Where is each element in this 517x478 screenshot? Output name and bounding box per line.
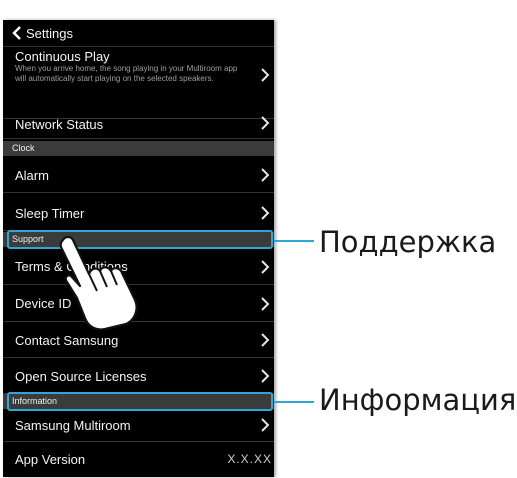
chevron-right-icon [261, 369, 270, 383]
row-description: When you arrive home, the song playing i… [15, 64, 238, 83]
row-alarm[interactable]: Alarm [3, 156, 274, 193]
row-label: App Version [15, 452, 86, 467]
chevron-right-icon [261, 260, 270, 274]
information-highlight [7, 392, 273, 411]
row-label: Network Status [15, 117, 104, 132]
row-label: Alarm [15, 168, 49, 183]
row-label: Open Source Licenses [15, 369, 147, 384]
row-samsung-multiroom[interactable]: Samsung Multiroom [3, 410, 274, 442]
row-open-source-licenses[interactable]: Open Source Licenses [3, 358, 274, 394]
pointing-hand-icon [59, 235, 138, 330]
information-callout-line [274, 401, 314, 403]
chevron-right-icon [261, 168, 270, 182]
row-sleep-timer[interactable]: Sleep Timer [3, 193, 274, 231]
information-callout-label: Информация [319, 383, 517, 417]
row-label: Samsung Multiroom [15, 418, 131, 433]
chevron-left-icon[interactable] [10, 25, 24, 41]
chevron-right-icon [261, 68, 270, 82]
chevron-right-icon [261, 418, 270, 432]
row-label: Contact Samsung [15, 333, 119, 348]
support-callout-label: Поддержка [319, 225, 497, 259]
section-header-clock: Clock [3, 141, 274, 156]
row-continuous-play[interactable]: Continuous Play When you arrive home, th… [3, 47, 274, 119]
row-network-status[interactable]: Network Status [3, 116, 274, 139]
row-label: Continuous Play [15, 49, 110, 64]
chevron-right-icon [261, 206, 270, 220]
row-label: Sleep Timer [15, 206, 85, 221]
chevron-right-icon [261, 116, 270, 130]
top-bar: Settings [3, 20, 274, 47]
chevron-right-icon [261, 297, 270, 311]
page-title: Settings [26, 25, 73, 41]
app-version-value: X.X.XX [227, 452, 272, 466]
support-callout-line [274, 240, 314, 242]
chevron-right-icon [261, 333, 270, 347]
row-app-version: App Version X.X.XX [3, 442, 274, 477]
